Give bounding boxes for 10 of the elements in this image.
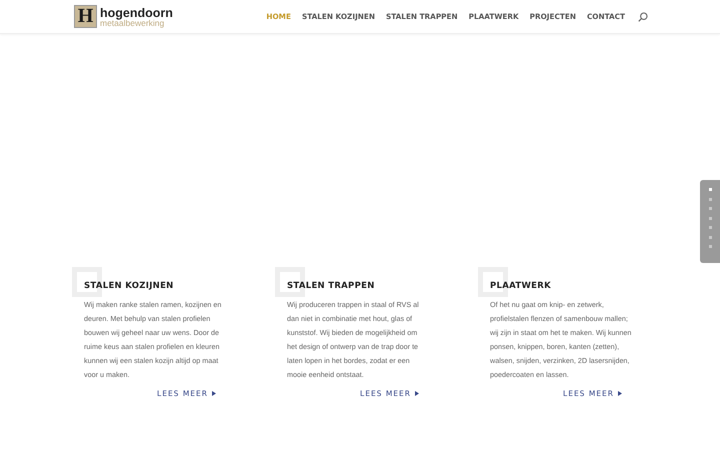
service-title: STALEN KOZIJNEN	[84, 281, 175, 291]
service-title: STALEN TRAPPEN	[287, 281, 376, 291]
search-icon[interactable]	[638, 12, 648, 22]
caret-icon	[212, 391, 216, 396]
caret-icon	[618, 391, 622, 396]
caret-icon	[415, 391, 419, 396]
logo-tagline: metaalbewerking	[100, 18, 164, 26]
logo-mark[interactable]: H	[74, 5, 97, 28]
logo-name[interactable]: hogendoorn	[100, 6, 173, 18]
service-title: PLAATWERK	[490, 281, 552, 291]
